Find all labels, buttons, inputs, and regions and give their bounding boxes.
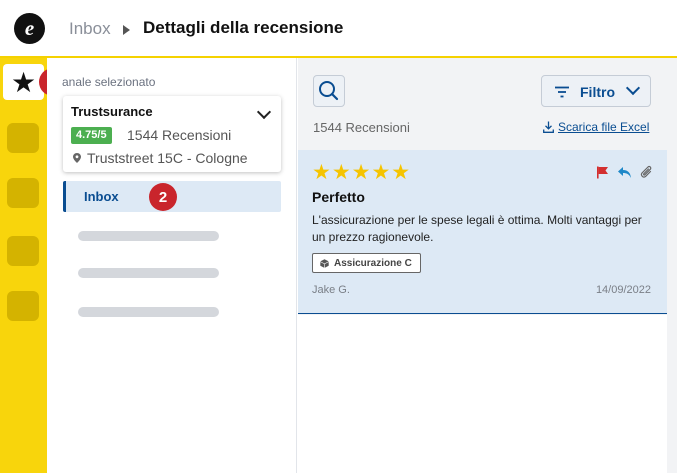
search-icon bbox=[319, 81, 339, 101]
nav-placeholder-1 bbox=[78, 231, 219, 241]
review-card[interactable]: ★★★★★ Perfetto L'assicurazione per le sp… bbox=[298, 150, 667, 314]
app-window: e Inbox Dettagli della recensione ★ 1 an… bbox=[0, 0, 677, 473]
download-excel-link[interactable]: Scarica file Excel bbox=[543, 120, 649, 134]
chevron-down-icon bbox=[625, 80, 641, 96]
breadcrumb-separator-icon bbox=[123, 25, 130, 35]
channel-selector[interactable]: Trustsurance 4.75/5 1544 Recensioni Trus… bbox=[63, 96, 281, 172]
channel-panel: anale selezionato Trustsurance 4.75/5 15… bbox=[47, 58, 297, 473]
chevron-down-icon[interactable] bbox=[256, 104, 272, 120]
trusted-shops-logo[interactable]: e bbox=[14, 13, 45, 44]
review-actions bbox=[596, 164, 653, 180]
review-title: Perfetto bbox=[312, 189, 365, 205]
review-author: Jake G. bbox=[312, 284, 350, 296]
top-header: e Inbox Dettagli della recensione bbox=[0, 0, 677, 58]
rail-item-3[interactable] bbox=[7, 178, 39, 208]
box-icon bbox=[320, 258, 329, 268]
download-excel-label: Scarica file Excel bbox=[558, 120, 650, 134]
filter-icon bbox=[555, 86, 569, 98]
step-badge-2: 2 bbox=[149, 183, 177, 211]
filter-button[interactable]: Filtro bbox=[541, 75, 651, 107]
rail-item-2[interactable] bbox=[7, 123, 39, 153]
download-icon bbox=[543, 121, 554, 133]
review-total-count: 1544 Recensioni bbox=[313, 120, 410, 135]
rail-item-5[interactable] bbox=[7, 291, 39, 321]
product-tag-label: Assicurazione C bbox=[334, 257, 412, 269]
review-date: 14/09/2022 bbox=[595, 284, 651, 296]
location-pin-icon bbox=[73, 153, 81, 166]
breadcrumb-inbox[interactable]: Inbox bbox=[69, 19, 111, 39]
left-rail: ★ bbox=[0, 58, 47, 473]
star-rating: ★★★★★ bbox=[312, 161, 412, 184]
selected-channel-label: anale selezionato bbox=[62, 75, 156, 89]
filter-label: Filtro bbox=[580, 84, 615, 100]
nav-item-inbox-label: Inbox bbox=[84, 189, 119, 204]
review-list: Filtro 1544 Recensioni Scarica file Exce… bbox=[298, 58, 677, 473]
score-badge: 4.75/5 bbox=[71, 127, 112, 144]
reply-icon[interactable] bbox=[617, 166, 632, 179]
page-title: Dettagli della recensione bbox=[143, 18, 344, 37]
rail-item-4[interactable] bbox=[7, 236, 39, 266]
channel-review-count: 1544 Recensioni bbox=[127, 127, 232, 143]
nav-placeholder-3 bbox=[78, 307, 219, 317]
search-button[interactable] bbox=[313, 75, 345, 107]
nav-placeholder-2 bbox=[78, 268, 219, 278]
channel-name: Trustsurance bbox=[71, 104, 153, 119]
flag-icon[interactable] bbox=[596, 166, 609, 179]
review-list-empty-area bbox=[298, 315, 667, 473]
attachment-icon[interactable] bbox=[640, 165, 653, 180]
channel-address: Truststreet 15C - Cologne bbox=[87, 150, 248, 166]
star-icon[interactable]: ★ bbox=[3, 64, 44, 100]
product-tag: Assicurazione C bbox=[312, 253, 421, 273]
review-text: L'assicurazione per le spese legali è ot… bbox=[312, 213, 642, 244]
